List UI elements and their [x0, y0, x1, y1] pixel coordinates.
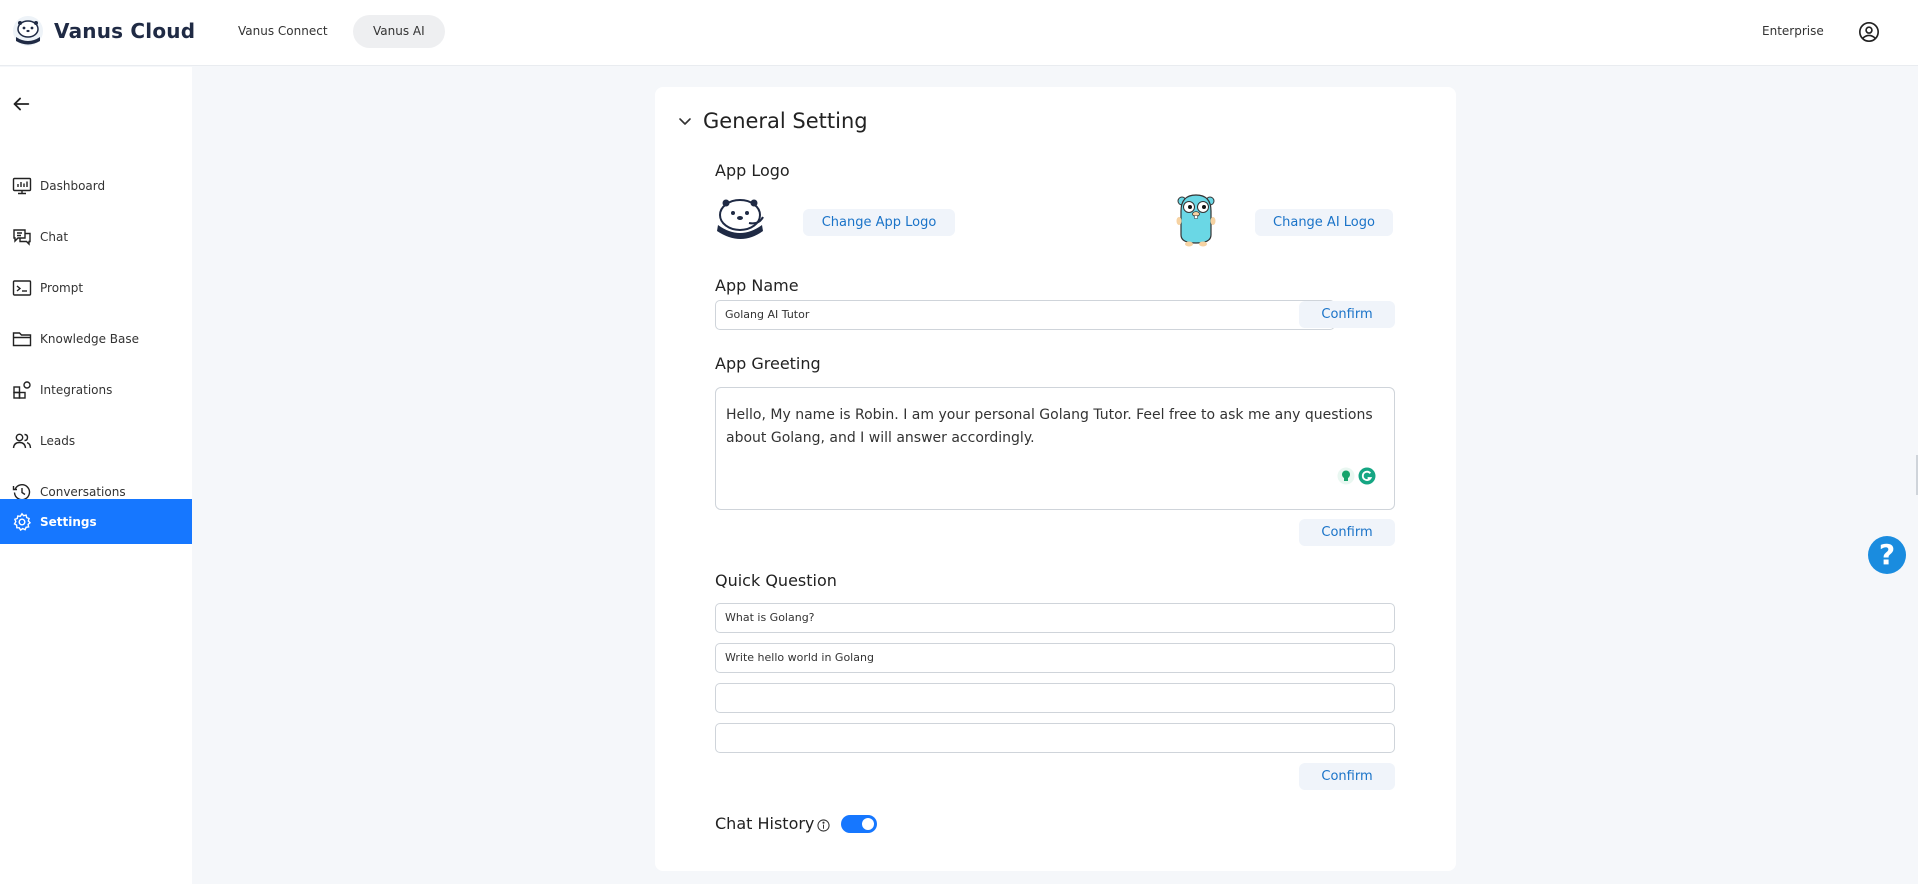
chevron-down-icon — [679, 118, 691, 125]
user-account-icon[interactable] — [1858, 21, 1880, 43]
chat-history-toggle[interactable] — [841, 815, 877, 833]
gear-icon — [13, 512, 32, 531]
change-ai-logo-button[interactable]: Change AI Logo — [1255, 209, 1393, 236]
back-arrow-icon[interactable] — [10, 93, 32, 115]
sidebar-item-label: Integrations — [40, 382, 113, 397]
sidebar-item-label: Chat — [40, 229, 69, 244]
info-icon[interactable] — [817, 819, 830, 832]
quick-question-input-4[interactable] — [715, 723, 1395, 753]
help-button[interactable]: ? — [1868, 536, 1906, 574]
app-greeting-textarea[interactable]: Hello, My name is Robin. I am your perso… — [715, 387, 1395, 510]
enterprise-link[interactable]: Enterprise — [1762, 24, 1824, 38]
tab-vanus-ai[interactable]: Vanus AI — [353, 15, 445, 48]
section-title: General Setting — [703, 109, 868, 133]
app-name-input[interactable]: Golang AI Tutor — [715, 300, 1335, 330]
dashboard-icon — [12, 177, 32, 194]
general-setting-panel: General Setting App Logo Change App Logo… — [655, 87, 1456, 871]
tab-vanus-connect[interactable]: Vanus Connect — [218, 15, 348, 48]
section-toggle[interactable]: General Setting — [677, 109, 868, 133]
sidebar-item-prompt[interactable]: Prompt — [0, 265, 192, 310]
grammarly-icon[interactable] — [1358, 467, 1376, 485]
quick-question-confirm-button[interactable]: Confirm — [1299, 763, 1395, 790]
prompt-icon — [12, 279, 32, 296]
sidebar-item-label: Prompt — [40, 280, 84, 295]
sidebar-item-label: Leads — [40, 433, 76, 448]
sidebar-item-dashboard[interactable]: Dashboard — [0, 163, 192, 208]
chat-icon — [13, 228, 31, 246]
app-name-confirm-button[interactable]: Confirm — [1299, 301, 1395, 328]
folder-icon — [12, 331, 32, 346]
sidebar-item-settings[interactable]: Settings — [0, 499, 192, 544]
quick-question-input-2[interactable]: Write hello world in Golang — [715, 643, 1395, 673]
sidebar: Dashboard Chat Prompt Knowledge Base Int… — [0, 67, 192, 884]
app-greeting-label: App Greeting — [715, 354, 821, 373]
integrations-icon — [13, 380, 31, 399]
sidebar-item-leads[interactable]: Leads — [0, 418, 192, 463]
quick-question-label: Quick Question — [715, 571, 837, 590]
sidebar-item-label: Dashboard — [40, 178, 106, 193]
sidebar-item-knowledge-base[interactable]: Knowledge Base — [0, 316, 192, 361]
app-name-label: App Name — [715, 276, 799, 295]
change-app-logo-button[interactable]: Change App Logo — [803, 209, 955, 236]
app-logo-label: App Logo — [715, 161, 790, 180]
bulb-extension-icon[interactable] — [1337, 467, 1355, 485]
chat-history-label: Chat History — [715, 814, 815, 833]
brand[interactable]: Vanus Cloud — [12, 15, 195, 47]
top-header: Vanus Cloud Vanus Connect Vanus AI Enter… — [0, 0, 1918, 66]
sidebar-item-integrations[interactable]: Integrations — [0, 367, 192, 412]
ai-logo-image — [1176, 194, 1216, 247]
otter-logo-icon — [13, 16, 43, 46]
app-logo-image — [717, 199, 764, 239]
app-greeting-confirm-button[interactable]: Confirm — [1299, 519, 1395, 546]
quick-question-input-1[interactable]: What is Golang? — [715, 603, 1395, 633]
sidebar-item-label: Settings — [40, 514, 97, 529]
sidebar-item-label: Knowledge Base — [40, 331, 139, 346]
sidebar-item-label: Conversations — [40, 484, 126, 499]
sidebar-item-chat[interactable]: Chat — [0, 214, 192, 259]
quick-question-input-3[interactable] — [715, 683, 1395, 713]
brand-name: Vanus Cloud — [54, 19, 196, 43]
users-icon — [12, 433, 32, 448]
